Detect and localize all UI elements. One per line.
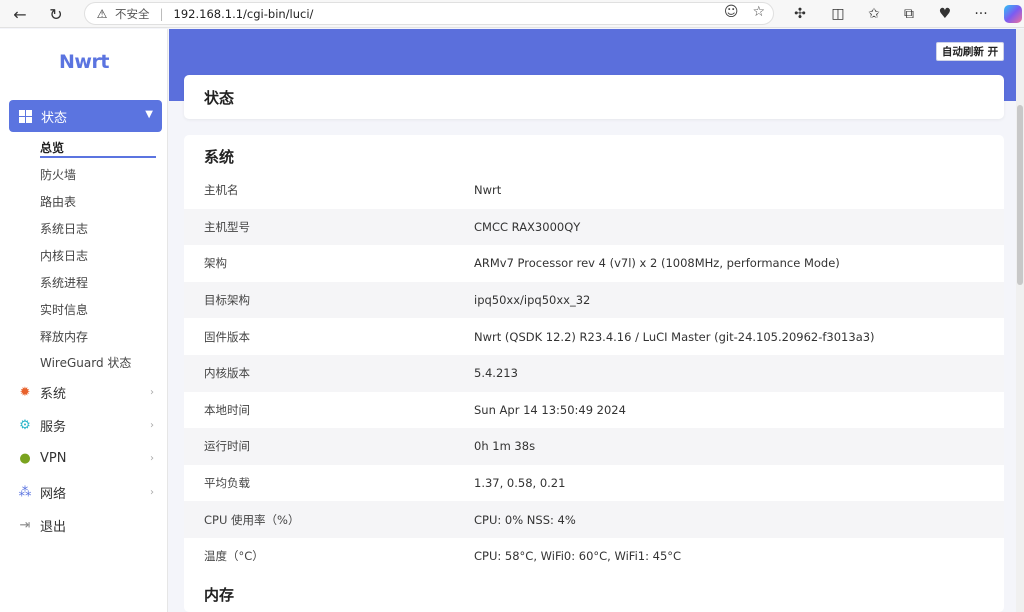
row-value: Nwrt (QSDK 12.2) R23.4.16 / LuCI Master … — [474, 329, 875, 344]
table-row: 平均负载 1.37, 0.58, 0.21 — [184, 465, 1004, 502]
extensions-icon[interactable]: ✣ — [788, 2, 812, 26]
system-card: 系统 主机名 Nwrt 主机型号 CMCC RAX3000QY 架构 ARMv7… — [184, 135, 1004, 612]
row-key: 本地时间 — [204, 402, 250, 417]
menu-services-label: 服务 — [40, 419, 67, 435]
chevron-down-icon: ▼ — [145, 109, 153, 120]
table-row: 主机名 Nwrt — [184, 172, 1004, 209]
sub-item-overview[interactable]: 总览 — [40, 139, 64, 156]
active-underline — [40, 156, 156, 158]
browser-essentials-icon[interactable]: ♥ — [933, 2, 957, 26]
row-key: 内核版本 — [204, 366, 250, 381]
table-row: 架构 ARMv7 Processor rev 4 (v7l) x 2 (1008… — [184, 245, 1004, 282]
menu-logout-label: 退出 — [40, 519, 67, 535]
globe-icon: ● — [19, 450, 31, 466]
page-title: 状态 — [204, 89, 235, 107]
copilot-icon[interactable] — [1001, 2, 1024, 26]
row-key: 温度（°C） — [204, 549, 264, 564]
system-section-title: 系统 — [204, 148, 235, 166]
sub-item-syslog[interactable]: 系统日志 — [40, 220, 88, 237]
back-icon[interactable]: ← — [8, 2, 32, 26]
row-value: 0h 1m 38s — [474, 439, 536, 454]
table-row: 温度（°C） CPU: 58°C, WiFi0: 60°C, WiFi1: 45… — [184, 538, 1004, 575]
menu-status-label: 状态 — [41, 110, 68, 126]
title-card: 状态 — [184, 75, 1004, 119]
sub-item-routes[interactable]: 路由表 — [40, 193, 76, 210]
refresh-icon[interactable]: ↻ — [44, 2, 68, 26]
network-icon: ⁂ — [18, 484, 32, 500]
row-key: 固件版本 — [204, 329, 250, 344]
url-separator: | — [159, 6, 164, 21]
row-value: Nwrt — [474, 183, 502, 198]
gear-icon: ✹ — [19, 384, 31, 400]
row-value: Sun Apr 14 13:50:49 2024 — [474, 402, 626, 417]
menu-logout[interactable]: ⇥ 退出 — [18, 515, 158, 535]
sub-item-kernel-log[interactable]: 内核日志 — [40, 247, 88, 264]
chevron-right-icon: › — [150, 486, 154, 498]
more-options-icon[interactable]: ··· — [969, 2, 993, 26]
sub-item-wireguard[interactable]: WireGuard 状态 — [40, 354, 131, 371]
row-key: 运行时间 — [204, 439, 250, 454]
menu-network-label: 网络 — [40, 486, 67, 502]
menu-system-label: 系统 — [40, 386, 67, 402]
row-value: 1.37, 0.58, 0.21 — [474, 476, 566, 491]
row-value: 5.4.213 — [474, 366, 518, 381]
sub-item-realtime[interactable]: 实时信息 — [40, 301, 88, 318]
row-key: CPU 使用率（%） — [204, 512, 300, 527]
row-value: CPU: 0% NSS: 4% — [474, 512, 576, 527]
table-row: CPU 使用率（%） CPU: 0% NSS: 4% — [184, 501, 1004, 538]
autorefresh-button[interactable]: 自动刷新 开 — [936, 42, 1004, 61]
row-key: 主机型号 — [204, 219, 250, 234]
sub-item-firewall[interactable]: 防火墙 — [40, 166, 76, 183]
row-value: CPU: 58°C, WiFi0: 60°C, WiFi1: 45°C — [474, 549, 682, 564]
services-icon: ⚙ — [19, 417, 31, 433]
browser-toolbar: ← ↻ ⚠ 不安全 | 192.168.1.1/cgi-bin/luci/ ☺ … — [0, 0, 1024, 28]
reader-mode-icon[interactable]: ☺ — [724, 4, 739, 20]
table-row: 运行时间 0h 1m 38s — [184, 428, 1004, 465]
sub-item-processes[interactable]: 系统进程 — [40, 274, 88, 291]
menu-network[interactable]: ⁂ 网络 › — [18, 482, 158, 502]
sub-item-free-memory[interactable]: 释放内存 — [40, 328, 88, 345]
menu-vpn-label: VPN — [40, 450, 67, 466]
menu-services[interactable]: ⚙ 服务 › — [18, 415, 158, 435]
dashboard-icon — [19, 109, 32, 123]
chevron-right-icon: › — [150, 419, 154, 431]
row-key: 平均负载 — [204, 476, 250, 491]
url-text[interactable]: 192.168.1.1/cgi-bin/luci/ — [174, 7, 314, 21]
chevron-right-icon: › — [150, 386, 154, 398]
row-value: ARMv7 Processor rev 4 (v7l) x 2 (1008MHz… — [474, 256, 840, 271]
favorites-icon[interactable]: ✩ — [862, 2, 886, 26]
sidebar: Nwrt 状态 ▼ 总览 防火墙 路由表 系统日志 内核日志 系统进程 实时信息… — [0, 29, 168, 612]
split-screen-icon[interactable]: ◫ — [826, 2, 850, 26]
table-row: 目标架构 ipq50xx/ipq50xx_32 — [184, 281, 1004, 319]
row-value: CMCC RAX3000QY — [474, 219, 581, 234]
logout-icon: ⇥ — [19, 517, 31, 533]
scrollbar-thumb[interactable] — [1017, 105, 1023, 285]
row-value: ipq50xx/ipq50xx_32 — [474, 293, 591, 308]
table-row: 内核版本 5.4.213 — [184, 355, 1004, 392]
collections-icon[interactable]: ⧉ — [897, 2, 921, 26]
logo[interactable]: Nwrt — [0, 51, 168, 73]
row-key: 主机名 — [204, 183, 239, 198]
address-bar[interactable]: ⚠ 不安全 | 192.168.1.1/cgi-bin/luci/ ☺ ☆ — [84, 2, 774, 25]
table-row: 固件版本 Nwrt (QSDK 12.2) R23.4.16 / LuCI Ma… — [184, 318, 1004, 355]
menu-system[interactable]: ✹ 系统 › — [18, 382, 158, 402]
row-key: 架构 — [204, 256, 227, 271]
warning-icon[interactable]: ⚠ — [95, 7, 109, 21]
chevron-right-icon: › — [150, 452, 154, 464]
favorite-star-icon[interactable]: ☆ — [752, 4, 765, 20]
table-row: 本地时间 Sun Apr 14 13:50:49 2024 — [184, 392, 1004, 429]
table-row: 主机型号 CMCC RAX3000QY — [184, 208, 1004, 246]
menu-vpn[interactable]: ● VPN › — [18, 448, 158, 468]
memory-section-title: 内存 — [204, 586, 235, 604]
insecure-label[interactable]: 不安全 — [115, 6, 150, 22]
menu-status[interactable]: 状态 ▼ — [9, 100, 162, 132]
row-key: 目标架构 — [204, 293, 250, 308]
